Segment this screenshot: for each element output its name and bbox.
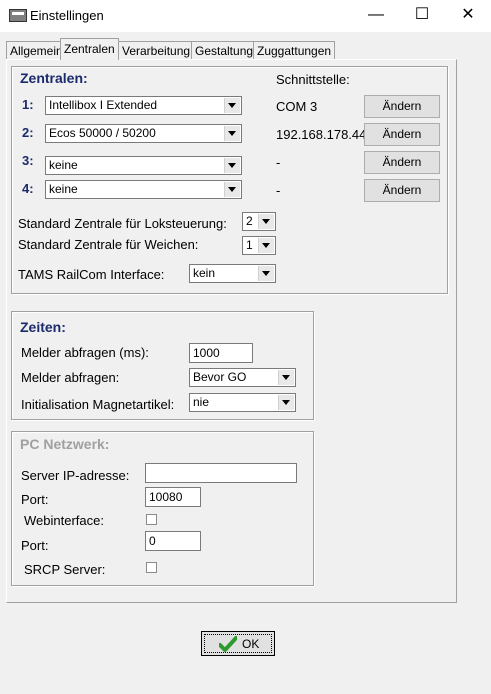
webinterface-label: Webinterface: <box>24 513 104 528</box>
init-select[interactable]: nie <box>189 393 296 412</box>
std-lok-value: 2 <box>246 214 253 228</box>
zentrale-4-value: keine <box>49 182 78 196</box>
aendern-button-2[interactable]: Ändern <box>364 123 440 146</box>
melder-select[interactable]: Bevor GO <box>189 368 296 387</box>
zentrale-2-interface: 192.168.178.44 <box>276 127 367 142</box>
chevron-down-icon <box>258 266 274 281</box>
zentrale-3-interface: - <box>276 155 281 170</box>
zeiten-title: Zeiten: <box>20 319 66 335</box>
window-title: Einstellingen <box>30 8 104 23</box>
aendern-button-4[interactable]: Ändern <box>364 179 440 202</box>
std-weichen-value: 1 <box>246 238 253 252</box>
railcom-value: kein <box>193 266 216 280</box>
railcom-label: TAMS RailCom Interface: <box>18 267 165 282</box>
port2-input[interactable]: 0 <box>145 531 201 551</box>
aendern-button-3[interactable]: Ändern <box>364 151 440 174</box>
zentrale-3-value: keine <box>49 158 78 172</box>
chevron-down-icon <box>258 214 274 229</box>
netzwerk-title: PC Netzwerk: <box>20 436 110 452</box>
chevron-down-icon <box>224 182 240 197</box>
railcom-select[interactable]: kein <box>189 264 276 283</box>
ok-label: OK <box>242 637 260 651</box>
maximize-button[interactable]: ☐ <box>399 0 445 32</box>
tab-gestaltung[interactable]: Gestaltung <box>191 41 258 59</box>
std-weichen-label: Standard Zentrale für Weichen: <box>18 237 199 252</box>
server-ip-label: Server IP-adresse: <box>21 468 130 483</box>
chevron-down-icon <box>278 370 294 385</box>
close-button[interactable]: ✕ <box>445 0 491 32</box>
port1-label: Port: <box>21 492 49 507</box>
zentrale-3-select[interactable]: keine <box>45 156 242 175</box>
ok-button-focus: OK <box>204 634 272 653</box>
port1-input[interactable]: 10080 <box>145 487 201 507</box>
std-lok-label: Standard Zentrale für Loksteuerung: <box>18 216 227 231</box>
init-label: Initialisation Magnetartikel: <box>21 397 175 412</box>
zentrale-1-number: 1: <box>22 97 34 112</box>
zentrale-2-value: Ecos 50000 / 50200 <box>49 126 156 140</box>
zentrale-1-select[interactable]: Intellibox I Extended <box>45 96 242 115</box>
srcp-label: SRCP Server: <box>24 562 106 577</box>
std-lok-select[interactable]: 2 <box>242 212 276 231</box>
server-ip-input[interactable] <box>145 463 297 483</box>
webinterface-checkbox[interactable] <box>146 514 157 525</box>
aendern-button-1[interactable]: Ändern <box>364 95 440 118</box>
chevron-down-icon <box>224 158 240 173</box>
port2-label: Port: <box>21 538 49 553</box>
chevron-down-icon <box>224 126 240 141</box>
melder-value: Bevor GO <box>193 370 247 384</box>
zentrale-1-interface: COM 3 <box>276 99 318 114</box>
title-bar: Einstellingen — ☐ ✕ <box>0 0 491 32</box>
chevron-down-icon <box>278 395 294 410</box>
init-value: nie <box>193 395 210 409</box>
std-weichen-select[interactable]: 1 <box>242 236 276 255</box>
schnittstelle-header: Schnittstelle: <box>276 72 350 87</box>
zentrale-3-number: 3: <box>22 153 34 168</box>
app-icon <box>9 9 27 22</box>
zentrale-1-value: Intellibox I Extended <box>49 98 158 112</box>
melder-label: Melder abfragen: <box>21 370 120 385</box>
srcp-checkbox[interactable] <box>146 562 157 573</box>
zentrale-4-select[interactable]: keine <box>45 180 242 199</box>
zentrale-2-select[interactable]: Ecos 50000 / 50200 <box>45 124 242 143</box>
chevron-down-icon <box>224 98 240 113</box>
tab-zentralen[interactable]: Zentralen <box>60 38 119 60</box>
zentrale-4-interface: - <box>276 183 281 198</box>
zentralen-title: Zentralen: <box>20 70 88 86</box>
tab-verarbeitung[interactable]: Verarbeitung <box>118 41 195 59</box>
zentrale-4-number: 4: <box>22 181 34 196</box>
minimize-button[interactable]: — <box>353 0 399 32</box>
chevron-down-icon <box>258 238 274 253</box>
zentrale-2-number: 2: <box>22 125 34 140</box>
checkmark-icon <box>219 636 237 652</box>
tab-allgemein[interactable]: Allgemein <box>6 41 67 59</box>
melder-ms-input[interactable]: 1000 <box>189 343 253 363</box>
tab-zuggattungen[interactable]: Zuggattungen <box>253 41 336 59</box>
ok-button[interactable]: OK <box>201 631 275 656</box>
melder-ms-label: Melder abfragen (ms): <box>21 345 149 360</box>
